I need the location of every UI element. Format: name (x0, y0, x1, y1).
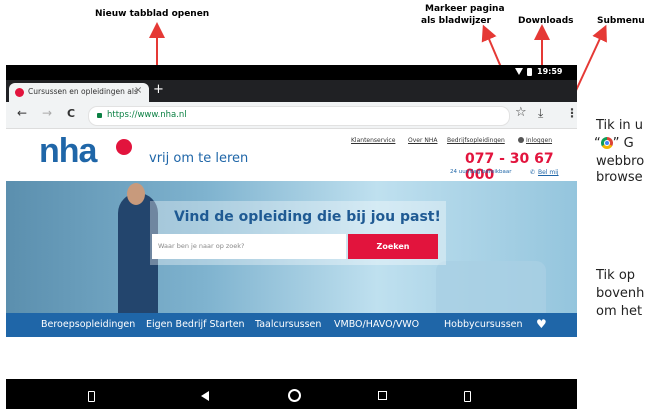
back-button[interactable]: ← (17, 106, 27, 120)
android-nav-bar (6, 383, 577, 409)
site-tagline: vrij om te leren (149, 151, 249, 166)
phone-number[interactable]: 077 - 30 67 000 (465, 151, 577, 183)
tab-title: Cursussen en opleidingen als (28, 87, 138, 96)
hero-person-head (127, 183, 145, 205)
nav-item-vmbo[interactable]: VMBO/HAVO/VWO (334, 319, 419, 330)
side-text-line1: Tik in u (596, 118, 644, 133)
nav-item-eigen-bedrijf[interactable]: Eigen Bedrijf Starten (146, 319, 245, 330)
home-nav-icon[interactable] (288, 389, 301, 402)
back-nav-icon[interactable] (201, 391, 209, 401)
link-bel-mij[interactable]: Bel mij (538, 169, 559, 176)
download-icon[interactable]: ⤓ (538, 106, 543, 121)
web-page: nha vrij om te leren Klantenservice Over… (6, 129, 577, 379)
search-button[interactable]: Zoeken (348, 234, 438, 259)
phone-icon: ✆ (530, 169, 536, 176)
tab-strip: Cursussen en opleidingen als × + (6, 80, 577, 102)
address-bar[interactable]: https://www.nha.nl (88, 106, 510, 126)
side-text-quote-close: ” G (612, 136, 634, 151)
status-bar: 19:59 (6, 65, 577, 80)
site-logo[interactable]: nha (39, 132, 97, 171)
hero-heading: Vind de opleiding die bij jou past! (174, 209, 441, 225)
main-nav: Beroepsopleidingen Eigen Bedrijf Starten… (6, 313, 577, 337)
bookmark-star-icon[interactable]: ☆ (515, 105, 527, 120)
hero-banner: Vind de opleiding die bij jou past! Waar… (6, 181, 577, 313)
side-text-line7: om het (596, 304, 643, 319)
side-text-line3: webbro (596, 154, 645, 169)
tab-nha[interactable]: Cursussen en opleidingen als × (9, 83, 149, 102)
new-tab-button[interactable]: + (153, 82, 164, 97)
forward-button[interactable]: → (42, 106, 52, 120)
link-over-nha[interactable]: Over NHA (408, 137, 437, 144)
link-inloggen[interactable]: Inloggen (526, 137, 552, 144)
link-klantenservice[interactable]: Klantenservice (351, 137, 395, 144)
battery-icon (527, 68, 532, 76)
tab-close-icon[interactable]: × (134, 85, 142, 96)
status-time: 19:59 (537, 67, 563, 76)
recent-apps-icon[interactable] (378, 391, 387, 400)
lock-icon (97, 113, 102, 118)
wifi-icon (515, 68, 523, 75)
phone-note: 24 uur/dag bereikbaar (450, 169, 512, 175)
speaker-left-icon (88, 391, 95, 402)
user-icon (518, 137, 524, 143)
nha-favicon-icon (15, 88, 24, 97)
side-text-line2: “ ” G (594, 136, 634, 152)
browser-toolbar: ← → C https://www.nha.nl ☆ ⤓ ⋮ (6, 102, 577, 129)
search-input[interactable]: Waar ben je naar op zoek? (152, 234, 346, 259)
tablet-screen: 19:59 Cursussen en opleidingen als × + ←… (6, 65, 577, 409)
nav-item-hobbycursussen[interactable]: Hobbycursussen (444, 319, 523, 330)
hero-chair-image (436, 261, 546, 313)
side-text-quote-open: “ (594, 136, 601, 151)
menu-icon[interactable]: ⋮ (566, 106, 577, 120)
nav-item-taalcursussen[interactable]: Taalcursussen (255, 319, 321, 330)
side-text-line5: Tik op (596, 268, 636, 283)
side-text-line6: bovenh (596, 286, 645, 301)
address-bar-url: https://www.nha.nl (107, 110, 187, 120)
link-bedrijfsopleidingen[interactable]: Bedrijfsopleidingen (447, 137, 505, 144)
logo-mortarboard-icon (116, 139, 132, 155)
chrome-icon (600, 137, 613, 149)
reload-button[interactable]: C (67, 107, 75, 120)
side-text-line4: browse (596, 170, 643, 185)
search-input-placeholder: Waar ben je naar op zoek? (158, 242, 245, 250)
heart-icon[interactable]: ♥ (536, 317, 547, 331)
search-panel: Vind de opleiding die bij jou past! Waar… (150, 201, 446, 265)
speaker-right-icon (464, 391, 471, 402)
nav-item-beroepsopleidingen[interactable]: Beroepsopleidingen (41, 319, 135, 330)
